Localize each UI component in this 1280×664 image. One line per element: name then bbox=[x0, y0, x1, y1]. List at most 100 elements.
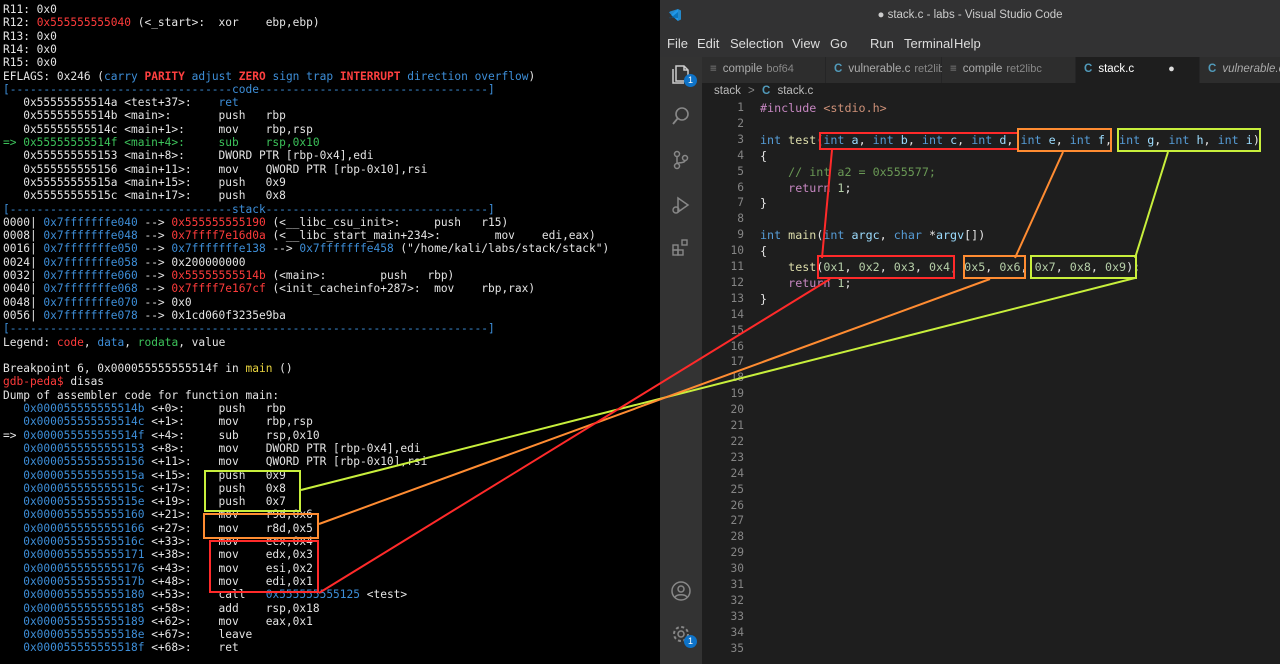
c-file-icon: C bbox=[761, 85, 771, 97]
terminal-text: --> bbox=[137, 242, 172, 256]
terminal-text: (<__libc_csu_init>: push r15) bbox=[265, 215, 509, 229]
terminal-line: => 0x000055555555514f <+4>: sub rsp,0x10 bbox=[3, 429, 320, 442]
terminal-text: 0x000055555555518f bbox=[3, 641, 145, 655]
code-token: int bbox=[823, 228, 852, 243]
terminal-text: PARITY bbox=[144, 69, 192, 83]
search-icon[interactable] bbox=[670, 105, 692, 127]
terminal-text: <+15>: push 0x9 bbox=[144, 468, 286, 482]
line-number: 21 bbox=[730, 419, 744, 432]
terminal-text: [---------------------------------stack-… bbox=[3, 202, 495, 216]
line-number: 31 bbox=[730, 578, 744, 591]
code-token: int bbox=[1217, 132, 1246, 147]
terminal-text: 0040| bbox=[3, 282, 44, 296]
terminal-line: 0032| 0x7fffffffe060 --> 0x55555555514b … bbox=[3, 269, 454, 282]
terminal-line: 0x55555555515c <main+17>: push 0x8 bbox=[3, 189, 286, 202]
terminal-text: <+67>: leave bbox=[144, 628, 253, 642]
terminal-line: 0x000055555555515e <+19>: push 0x7 bbox=[3, 495, 286, 508]
code-token: , bbox=[879, 260, 894, 274]
terminal-text: 0x7fffffffe078 bbox=[43, 308, 138, 322]
terminal-text: 0x000055555555516c bbox=[3, 535, 145, 548]
code-token: { bbox=[760, 148, 768, 163]
tab-vulnerable-c[interactable]: Cvulnerable.c ret2libc bbox=[826, 57, 950, 83]
terminal-text: <+62>: mov eax,0x1 bbox=[144, 614, 313, 628]
gdb-terminal[interactable]: R11: 0x0 R12: 0x555555555040 (<_start>: x… bbox=[0, 0, 658, 664]
tab-label: compile bbox=[962, 63, 1003, 75]
terminal-text: direction bbox=[407, 69, 475, 83]
c-file-icon: C bbox=[1208, 63, 1217, 75]
terminal-text: 0x555555555190 bbox=[171, 215, 266, 229]
account-icon[interactable] bbox=[670, 580, 692, 602]
tab-stack-c[interactable]: Cstack.c ● bbox=[1076, 57, 1199, 83]
terminal-text: , value bbox=[178, 335, 226, 349]
terminal-text: <+38>: mov edx,0x3 bbox=[144, 548, 313, 562]
extensions-icon[interactable] bbox=[670, 237, 692, 259]
terminal-text: 0x000055555555514f bbox=[23, 428, 145, 442]
breadcrumb[interactable]: stack > C stack.c bbox=[714, 85, 813, 97]
terminal-text: gdb-peda$ bbox=[3, 375, 71, 389]
menu-file[interactable]: File bbox=[667, 36, 688, 51]
terminal-text: 0x55555555514c <main+1>: mov rbp,rsp bbox=[3, 122, 313, 136]
terminal-line: 0x55555555515a <main+15>: push 0x9 bbox=[3, 176, 286, 189]
line-number: 20 bbox=[730, 403, 744, 417]
breadcrumb-folder[interactable]: stack bbox=[714, 85, 741, 97]
code-token: f bbox=[1097, 132, 1105, 147]
terminal-text: 0x0000555555555176 bbox=[3, 561, 145, 575]
menu-edit[interactable]: Edit bbox=[697, 36, 719, 51]
code-line: int main(int argc, char *argv[]) bbox=[760, 227, 985, 243]
terminal-text: <+33>: mov ecx,0x4 bbox=[144, 535, 313, 548]
code-token: int bbox=[1119, 132, 1148, 147]
terminal-text: 0x7fffffffe040 bbox=[43, 215, 138, 229]
terminal-text: 0048| bbox=[3, 295, 44, 309]
code-token: { bbox=[760, 244, 768, 259]
menu-terminal[interactable]: Terminal bbox=[904, 36, 953, 51]
run-debug-icon[interactable] bbox=[670, 194, 692, 216]
breadcrumb-file[interactable]: stack.c bbox=[777, 85, 813, 97]
terminal-text: <+11>: mov QWORD PTR [rbp-0x10],rsi bbox=[144, 455, 428, 469]
tab-compile[interactable]: ≡ compile bof64 bbox=[702, 57, 825, 83]
terminal-text: 0x0000555555555171 bbox=[3, 548, 145, 562]
tab-vulnerable-c[interactable]: Cvulnerable.c bbox=[1200, 57, 1280, 83]
code-token: ); bbox=[1126, 260, 1141, 274]
code-token: , bbox=[1006, 132, 1021, 147]
terminal-text: => 0x55555555514f <main+4>: sub rsp,0x10 bbox=[3, 136, 320, 149]
menu-go[interactable]: Go bbox=[830, 36, 847, 51]
code-line: return 1; bbox=[760, 275, 851, 291]
terminal-text: --> 0x1cd060f3235e9ba bbox=[137, 308, 286, 322]
terminal-line: 0040| 0x7fffffffe068 --> 0x7ffff7e167cf … bbox=[3, 282, 535, 295]
code-token: 0x2 bbox=[858, 260, 880, 274]
code-token: ; bbox=[844, 180, 852, 195]
terminal-text: Legend: bbox=[3, 335, 57, 349]
terminal-text: (<__libc_start_main+234>: mov edi,eax) bbox=[265, 229, 596, 243]
menu-run[interactable]: Run bbox=[870, 36, 894, 51]
code-token: h bbox=[1196, 132, 1204, 147]
terminal-line: 0x55555555514b <main>: push rbp bbox=[3, 109, 286, 122]
terminal-text: disas bbox=[70, 375, 105, 389]
line-number: 32 bbox=[730, 593, 744, 607]
terminal-text: adjust bbox=[191, 69, 239, 83]
code-line: { bbox=[760, 148, 767, 164]
terminal-text: trap bbox=[306, 69, 340, 83]
terminal-line: R11: 0x0 bbox=[3, 3, 57, 16]
menu-selection[interactable]: Selection bbox=[730, 36, 783, 51]
code-token: int bbox=[971, 132, 1000, 147]
terminal-text: R11: 0x0 bbox=[3, 3, 57, 16]
source-control-icon[interactable] bbox=[670, 149, 692, 171]
tab-sublabel: bof64 bbox=[766, 63, 794, 75]
terminal-text: 0x7fffffffe070 bbox=[43, 295, 138, 309]
terminal-text: 0056| bbox=[3, 308, 44, 322]
terminal-line: 0x0000555555555176 <+43>: mov esi,0x2 bbox=[3, 562, 313, 575]
terminal-text: 0x7fffffffe060 bbox=[43, 269, 138, 282]
menu-view[interactable]: View bbox=[792, 36, 820, 51]
terminal-text: [---------------------------------------… bbox=[3, 322, 495, 336]
tab-compile[interactable]: ≡ compile ret2libc bbox=[942, 57, 1075, 83]
unsaved-dot-icon[interactable]: ● bbox=[1168, 63, 1175, 75]
activity-bar: 1 1 bbox=[660, 57, 702, 664]
terminal-line: 0x000055555555517b <+48>: mov edi,0x1 bbox=[3, 575, 313, 588]
terminal-text: --> 0x200000000 bbox=[137, 255, 246, 269]
code-token: 0x5 bbox=[964, 260, 986, 274]
vscode-window: ● stack.c - labs - Visual Studio Code Fi… bbox=[660, 0, 1280, 664]
terminal-text: 0x000055555555515a bbox=[3, 468, 145, 482]
code-token: , bbox=[1104, 132, 1120, 147]
menu-help[interactable]: Help bbox=[954, 36, 981, 51]
code-token: int bbox=[921, 132, 951, 147]
